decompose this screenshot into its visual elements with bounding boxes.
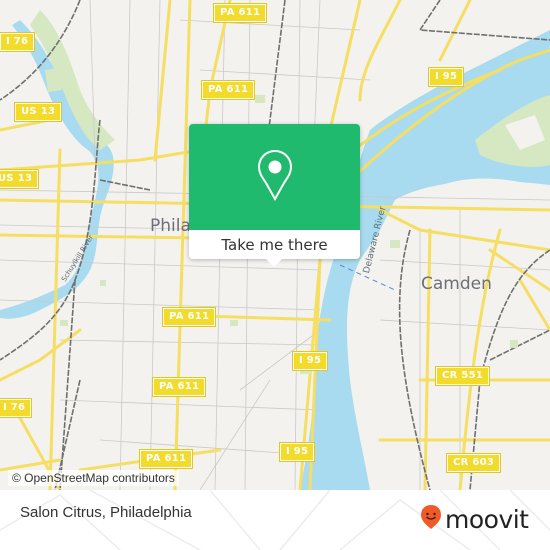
route-shield-pa611: PA 611 [153,378,206,396]
place-label-philadelphia: Phila [150,216,191,236]
location-popup: Take me there [189,124,360,267]
route-shield-pa611: PA 611 [214,4,267,22]
route-shield-i95: I 95 [280,443,315,461]
route-shield-i95: I 95 [293,352,328,370]
route-shield-i95: I 95 [429,68,464,86]
route-shield-pa611: PA 611 [202,81,255,99]
route-shield-i76: I 76 [0,33,35,51]
route-shield-i76: I 76 [0,399,32,417]
route-shield-pa611: PA 611 [163,308,216,326]
popup-arrow [266,259,282,267]
route-shield-us13: US 13 [15,103,62,121]
take-me-there-button[interactable]: Take me there [189,230,360,259]
place-title: Salon Citrus, Philadelphia [20,504,192,521]
map-attribution[interactable]: © OpenStreetMap contributors [8,470,179,486]
footer-bar: Salon Citrus, Philadelphia moovit [0,490,550,550]
route-shield-cr603: CR 603 [447,454,501,472]
route-shield-pa611: PA 611 [140,450,193,468]
camden-land [357,180,550,490]
moovit-pin-icon [420,504,442,534]
route-shield-cr551: CR 551 [436,367,490,385]
moovit-logo[interactable]: moovit [420,504,529,534]
map-view[interactable]: PA 611 PA 611 I 95 I 76 US 13 US 13 PA 6… [0,0,550,490]
map-pin-icon [257,149,293,205]
brand-name: moovit [445,504,529,534]
place-label-camden: Camden [421,274,492,294]
popup-header [189,124,360,230]
route-shield-us13: US 13 [0,170,39,188]
